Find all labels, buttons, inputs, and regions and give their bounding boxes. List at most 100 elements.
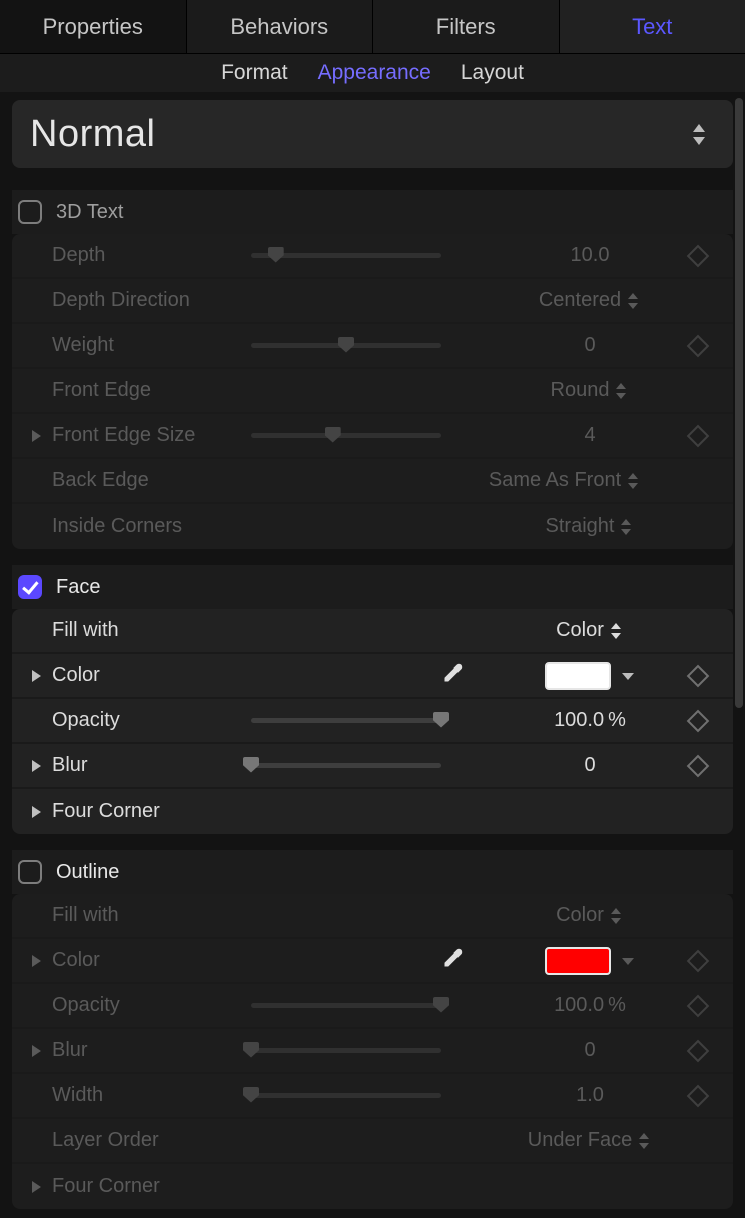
disclosure-outline-blur[interactable] [30,1044,52,1058]
disclosure-face-four-corner[interactable] [30,805,52,819]
swatch-outline-color[interactable] [545,947,611,975]
slider-outline-width[interactable] [251,1086,441,1106]
params-face: Fill with Color Color [12,609,733,834]
label-outline-opacity: Opacity [52,994,227,1017]
row-outline-four-corner: Four Corner [12,1164,733,1209]
params-outline: Fill with Color Color [12,894,733,1209]
value-face-opacity[interactable]: 100.0% [505,709,675,732]
subtab-layout[interactable]: Layout [461,61,524,85]
row-front-edge-size: Front Edge Size 4 [12,414,733,459]
section-head-3d-text: 3D Text [12,190,733,234]
swatch-face-color[interactable] [545,662,611,690]
keyframe-outline-width[interactable] [687,1084,710,1107]
keyframe-face-opacity[interactable] [687,709,710,732]
disclosure-outline-four-corner[interactable] [30,1180,52,1194]
value-outline-width[interactable]: 1.0 [505,1084,675,1107]
popup-face-fill-with[interactable]: Color [556,619,624,642]
value-depth[interactable]: 10.0 [505,244,675,267]
slider-front-edge-size[interactable] [251,426,441,446]
keyframe-outline-color[interactable] [687,949,710,972]
row-depth-direction: Depth Direction Centered [12,279,733,324]
slider-weight[interactable] [251,336,441,356]
popup-outline-layer-order[interactable]: Under Face [528,1129,653,1152]
label-outline-blur: Blur [52,1039,227,1062]
swatch-menu-face-color[interactable] [621,664,635,687]
label-outline-width: Width [52,1084,227,1107]
popup-inside-corners[interactable]: Straight [546,515,635,538]
value-front-edge-size[interactable]: 4 [505,424,675,447]
keyframe-face-blur[interactable] [687,754,710,777]
disclosure-face-color[interactable] [30,669,52,683]
slider-face-blur[interactable] [251,756,441,776]
slider-depth[interactable] [251,246,441,266]
keyframe-weight[interactable] [687,334,710,357]
inspector-tabbar: Properties Behaviors Filters Text [0,0,745,54]
tab-properties[interactable]: Properties [0,0,187,53]
label-outline-layer-order: Layer Order [52,1129,227,1152]
row-outline-layer-order: Layer Order Under Face [12,1119,733,1164]
keyframe-face-color[interactable] [687,664,710,687]
text-style-preset-popup[interactable]: Normal [12,100,733,168]
value-outline-blur[interactable]: 0 [505,1039,675,1062]
preset-label: Normal [30,113,155,156]
slider-outline-blur[interactable] [251,1041,441,1061]
label-depth-direction: Depth Direction [52,289,227,312]
popup-depth-direction[interactable]: Centered [539,289,641,312]
label-face-color: Color [52,664,227,687]
row-outline-fill-with: Fill with Color [12,894,733,939]
keyframe-front-edge-size[interactable] [687,424,710,447]
tab-text[interactable]: Text [560,0,745,53]
checkbox-face[interactable] [18,575,42,599]
value-face-blur[interactable]: 0 [505,754,675,777]
label-face-blur: Blur [52,754,227,777]
eyedropper-face-color[interactable] [441,661,465,691]
scrollbar[interactable] [735,98,743,708]
keyframe-outline-opacity[interactable] [687,994,710,1017]
value-weight[interactable]: 0 [505,334,675,357]
disclosure-front-edge-size[interactable] [30,429,52,443]
row-outline-color: Color [12,939,733,984]
label-face-opacity: Opacity [52,709,227,732]
popup-back-edge[interactable]: Same As Front [489,469,641,492]
checkbox-3d-text[interactable] [18,200,42,224]
section-title-3d-text: 3D Text [56,201,123,224]
params-3d-text: Depth 10.0 Depth Direction Centered [12,234,733,549]
tab-filters[interactable]: Filters [373,0,560,53]
slider-outline-opacity[interactable] [251,996,441,1016]
label-front-edge-size: Front Edge Size [52,424,227,447]
row-face-four-corner: Four Corner [12,789,733,834]
disclosure-face-blur[interactable] [30,759,52,773]
section-head-face: Face [12,565,733,609]
eyedropper-outline-color[interactable] [441,946,465,976]
tab-behaviors[interactable]: Behaviors [187,0,374,53]
swatch-menu-outline-color[interactable] [621,949,635,972]
section-title-face: Face [56,576,100,599]
row-face-opacity: Opacity 100.0% [12,699,733,744]
label-inside-corners: Inside Corners [52,515,227,538]
updown-icon [691,121,711,147]
popup-front-edge[interactable]: Round [551,379,630,402]
row-outline-opacity: Opacity 100.0% [12,984,733,1029]
row-weight: Weight 0 [12,324,733,369]
popup-outline-fill-with[interactable]: Color [556,904,624,927]
row-inside-corners: Inside Corners Straight [12,504,733,549]
inspector-scroll: Normal 3D Text Depth 10.0 Depth Directio… [0,92,745,1218]
label-outline-four-corner: Four Corner [52,1175,227,1198]
label-weight: Weight [52,334,227,357]
keyframe-depth[interactable] [687,244,710,267]
subtab-format[interactable]: Format [221,61,288,85]
disclosure-outline-color[interactable] [30,954,52,968]
row-back-edge: Back Edge Same As Front [12,459,733,504]
label-depth: Depth [52,244,227,267]
keyframe-outline-blur[interactable] [687,1039,710,1062]
label-face-four-corner: Four Corner [52,800,227,823]
value-outline-opacity[interactable]: 100.0% [505,994,675,1017]
subtab-appearance[interactable]: Appearance [318,61,431,85]
slider-face-opacity[interactable] [251,711,441,731]
row-face-color: Color [12,654,733,699]
section-head-outline: Outline [12,850,733,894]
row-face-blur: Blur 0 [12,744,733,789]
checkbox-outline[interactable] [18,860,42,884]
text-subtabbar: Format Appearance Layout [0,54,745,92]
row-outline-width: Width 1.0 [12,1074,733,1119]
